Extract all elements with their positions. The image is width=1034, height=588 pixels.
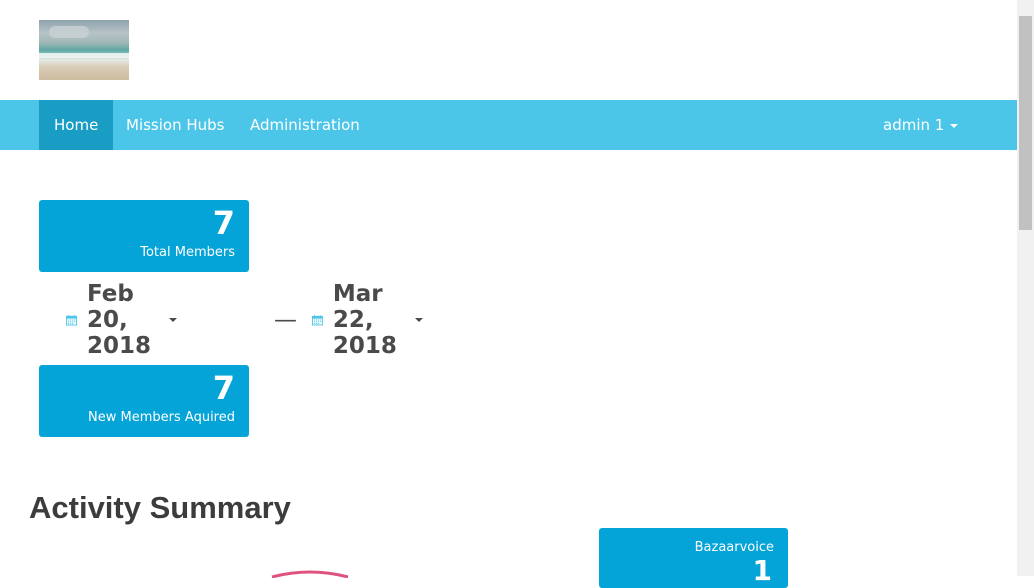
new-members-card: 7 New Members Aquired [39, 365, 249, 437]
user-menu[interactable]: admin 1 [868, 100, 973, 150]
vertical-scrollbar[interactable] [1017, 0, 1034, 576]
top-navbar: Home Mission Hubs Administration admin 1 [0, 100, 1017, 150]
total-members-value: 7 [212, 204, 235, 242]
chevron-down-icon [415, 318, 424, 322]
end-date-picker[interactable]: Mar 22, 2018 [312, 281, 424, 359]
logo-wave [39, 53, 129, 58]
new-members-label: New Members Aquired [88, 410, 235, 425]
nav-home[interactable]: Home [39, 100, 114, 150]
chevron-down-icon [169, 318, 178, 322]
calendar-icon [312, 315, 323, 326]
logo-cloud [49, 26, 89, 38]
activity-summary-title: Activity Summary [29, 490, 291, 525]
scrollbar-thumb[interactable] [1019, 16, 1032, 230]
start-date-picker[interactable]: Feb 20, 2018 [66, 281, 178, 359]
activity-donut-chart [271, 570, 349, 578]
nav-mission-hubs[interactable]: Mission Hubs [111, 100, 239, 150]
calendar-icon [66, 314, 78, 326]
nav-administration[interactable]: Administration [235, 100, 375, 150]
site-logo[interactable] [39, 20, 129, 80]
bazaarvoice-value: 1 [752, 554, 772, 587]
date-range-separator: — [274, 307, 297, 333]
new-members-value: 7 [212, 369, 235, 407]
total-members-card: 7 Total Members [39, 200, 249, 272]
chevron-down-icon [950, 123, 959, 128]
bazaarvoice-label: Bazaarvoice [694, 540, 774, 555]
end-date-label: Mar 22, 2018 [332, 281, 397, 359]
total-members-label: Total Members [140, 245, 235, 260]
bazaarvoice-card: Bazaarvoice 1 [599, 528, 788, 588]
start-date-label: Feb 20, 2018 [87, 281, 152, 359]
user-menu-label: admin 1 [883, 116, 945, 134]
